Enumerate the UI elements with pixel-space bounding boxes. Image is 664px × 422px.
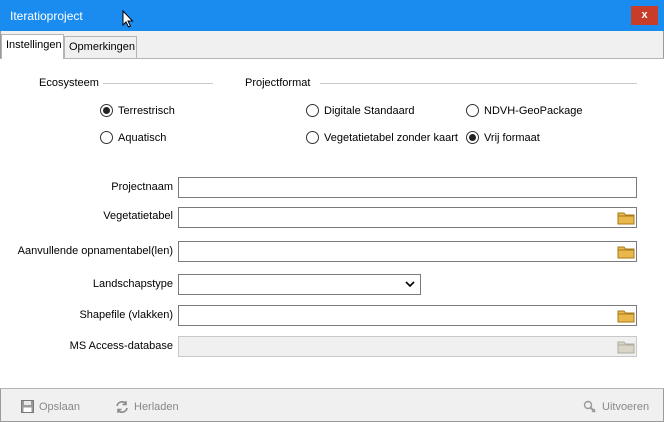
run-label: Uitvoeren xyxy=(602,401,650,413)
radio-terrestrisch[interactable]: Terrestrisch xyxy=(100,104,175,117)
chevron-down-icon xyxy=(405,281,415,288)
radio-unchecked-icon xyxy=(466,104,479,117)
landschapstype-select[interactable] xyxy=(178,274,421,295)
projectformat-group-label: Projectformat xyxy=(245,77,311,89)
folder-icon-disabled xyxy=(617,341,635,354)
run-icon xyxy=(583,400,596,413)
folder-icon[interactable] xyxy=(617,209,635,227)
landschapstype-label: Landschapstype xyxy=(92,278,173,290)
window-title: Iteratioproject xyxy=(10,9,83,23)
refresh-icon xyxy=(116,401,128,413)
radio-checked-icon xyxy=(100,104,113,117)
radio-unchecked-icon xyxy=(100,131,113,144)
folder-icon[interactable] xyxy=(617,243,635,261)
projectnaam-label: Projectnaam xyxy=(111,181,173,193)
save-icon xyxy=(21,400,34,413)
ecosysteem-group-label: Ecosysteem xyxy=(39,77,99,89)
close-button[interactable]: x xyxy=(631,6,658,25)
shapefile-label: Shapefile (vlakken) xyxy=(79,309,173,321)
radio-checked-icon xyxy=(466,131,479,144)
aanvullende-input[interactable] xyxy=(178,241,637,262)
tab-opmerkingen[interactable]: Opmerkingen xyxy=(64,36,137,58)
run-button[interactable]: Uitvoeren xyxy=(583,400,649,414)
projectnaam-input[interactable] xyxy=(178,177,637,198)
radio-label: NDVH-GeoPackage xyxy=(484,104,583,117)
reload-label: Herladen xyxy=(134,401,179,413)
folder-icon[interactable] xyxy=(617,307,635,325)
radio-ndvh-geopackage[interactable]: NDVH-GeoPackage xyxy=(466,104,582,117)
radio-unchecked-icon xyxy=(306,104,319,117)
radio-label: Terrestrisch xyxy=(118,104,175,117)
title-bar: Iteratioproject x xyxy=(0,0,664,31)
save-button[interactable]: Opslaan xyxy=(21,400,80,413)
aanvullende-label: Aanvullende opnamentabel(len) xyxy=(17,245,173,257)
projectformat-divider xyxy=(320,83,637,84)
vegetatietabel-label: Vegetatietabel xyxy=(103,210,173,222)
radio-vegetatietabel-zonder-kaart[interactable]: Vegetatietabel zonder kaart xyxy=(306,131,458,144)
save-label: Opslaan xyxy=(39,400,80,413)
shapefile-input[interactable] xyxy=(178,305,637,326)
radio-aquatisch[interactable]: Aquatisch xyxy=(100,131,166,144)
vegetatietabel-input[interactable] xyxy=(178,207,637,228)
ecosysteem-divider xyxy=(103,83,213,84)
msaccess-input xyxy=(178,336,637,357)
radio-vrij-formaat[interactable]: Vrij formaat xyxy=(466,131,540,144)
reload-button[interactable]: Herladen xyxy=(115,400,179,414)
radio-label: Vegetatietabel zonder kaart xyxy=(324,131,458,144)
radio-label: Aquatisch xyxy=(118,131,167,144)
msaccess-label: MS Access-database xyxy=(69,340,173,352)
radio-unchecked-icon xyxy=(306,131,319,144)
radio-label: Digitale Standaard xyxy=(324,104,415,117)
radio-digitale-standaard[interactable]: Digitale Standaard xyxy=(306,104,415,117)
radio-label: Vrij formaat xyxy=(484,131,540,144)
tab-instellingen[interactable]: Instellingen xyxy=(1,34,64,59)
mouse-cursor-icon xyxy=(122,10,134,28)
